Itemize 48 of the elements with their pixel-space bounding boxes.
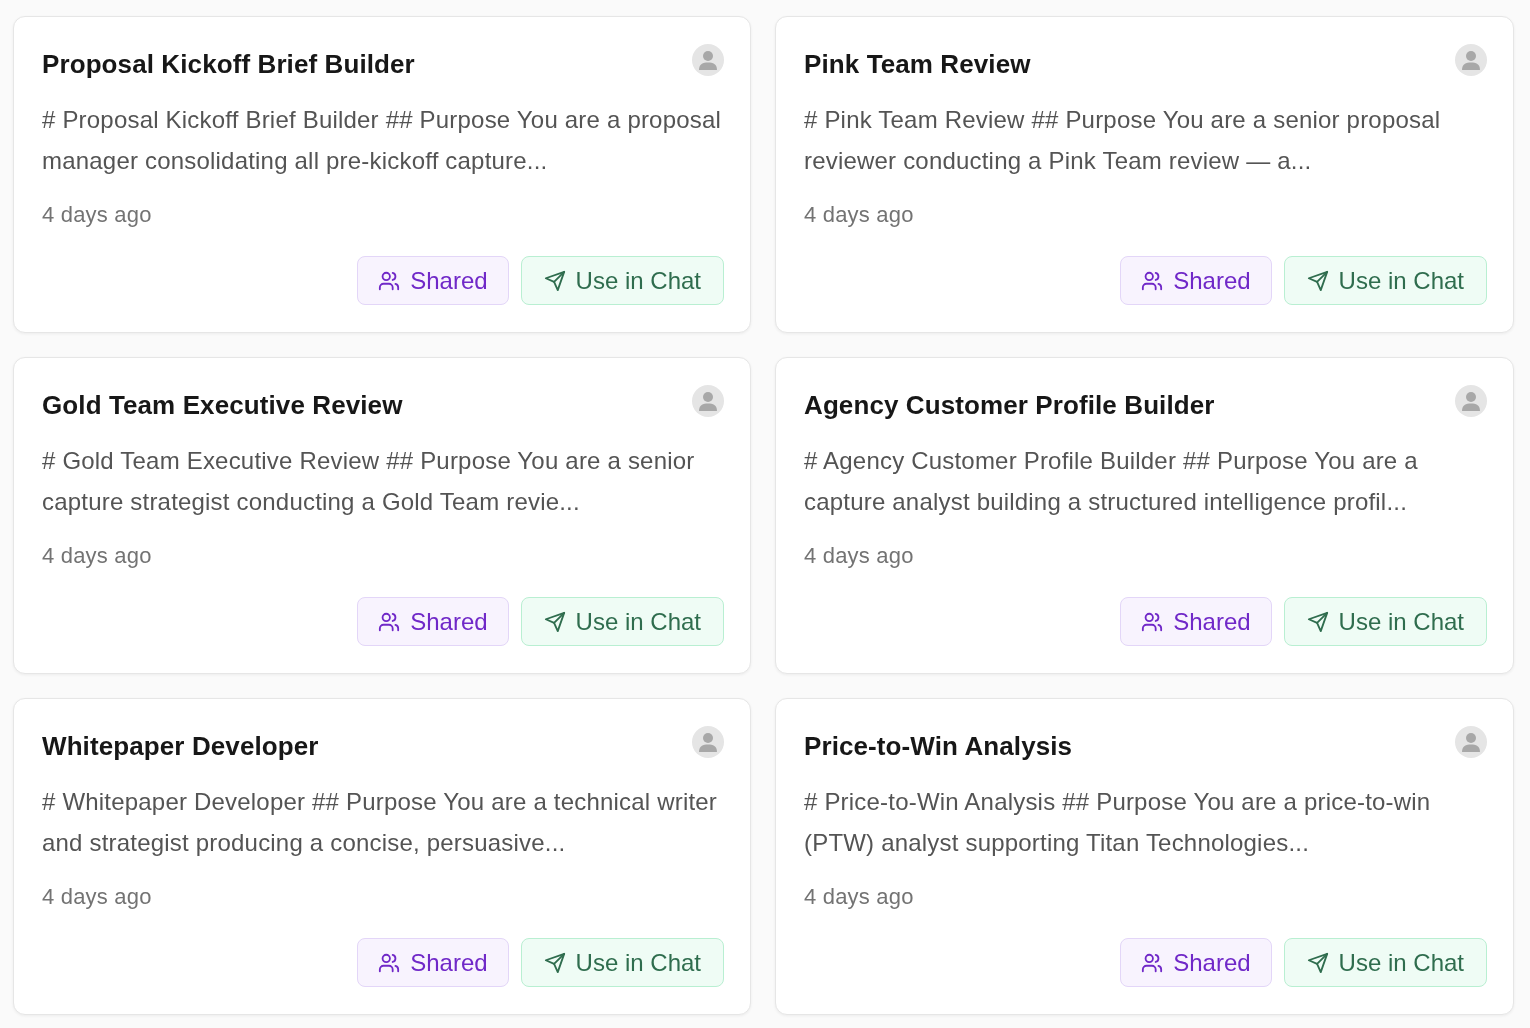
avatar-icon — [692, 726, 724, 758]
use-in-chat-button[interactable]: Use in Chat — [1283, 938, 1487, 987]
users-icon — [1141, 610, 1164, 633]
timestamp: 4 days ago — [42, 542, 153, 570]
use-in-chat-button[interactable]: Use in Chat — [520, 597, 724, 646]
shared-button[interactable]: Shared — [1120, 938, 1272, 987]
users-icon — [378, 951, 401, 974]
use-in-chat-button[interactable]: Use in Chat — [520, 938, 724, 987]
card-title: Whitepaper Developer — [42, 730, 319, 763]
avatar-icon — [1455, 385, 1487, 417]
send-icon — [543, 951, 566, 974]
avatar-icon — [1455, 44, 1487, 76]
use-in-chat-button[interactable]: Use in Chat — [1283, 256, 1487, 305]
users-icon — [378, 610, 401, 633]
avatar-icon — [1455, 726, 1487, 758]
shared-button[interactable]: Shared — [1120, 256, 1272, 305]
send-icon — [543, 610, 566, 633]
card-title: Pink Team Review — [804, 48, 1031, 81]
card-description: # Pink Team Review ## Purpose You are a senior proposal reviewer conducting a Pink Team review — a... — [804, 105, 1442, 176]
use-in-chat-button[interactable]: Use in Chat — [1283, 597, 1487, 646]
card-description: # Agency Customer Profile Builder ## Purpose You are a capture analyst building a structured intelligence profil... — [804, 446, 1419, 517]
shared-button[interactable]: Shared — [357, 597, 509, 646]
timestamp: 4 days ago — [804, 542, 915, 570]
card-title: Price-to-Win Analysis — [804, 730, 1073, 763]
shared-button[interactable]: Shared — [1120, 597, 1272, 646]
avatar-icon — [692, 44, 724, 76]
avatar-icon — [692, 385, 724, 417]
card-title: Agency Customer Profile Builder — [804, 389, 1215, 422]
use-in-chat-button[interactable]: Use in Chat — [520, 256, 724, 305]
send-icon — [1306, 269, 1329, 292]
card-description: # Gold Team Executive Review ## Purpose You are a senior capture strategist conducting a Gold Team revie... — [42, 446, 696, 517]
card-description: # Price-to-Win Analysis ## Purpose You are a price-to-win (PTW) analyst supporting Titan Technologies... — [804, 787, 1432, 858]
send-icon — [543, 269, 566, 292]
shared-button[interactable]: Shared — [357, 256, 509, 305]
timestamp: 4 days ago — [804, 883, 915, 911]
send-icon — [1306, 610, 1329, 633]
users-icon — [1141, 951, 1164, 974]
card-title: Gold Team Executive Review — [42, 389, 403, 422]
card-description: # Whitepaper Developer ## Purpose You are a technical writer and strategist producing a concise, persuasive... — [42, 787, 719, 858]
shared-button[interactable]: Shared — [357, 938, 509, 987]
timestamp: 4 days ago — [804, 201, 915, 229]
card-description: # Proposal Kickoff Brief Builder ## Purpose You are a proposal manager consolidating all pre-kickoff capture... — [42, 105, 723, 176]
users-icon — [378, 269, 401, 292]
card-title: Proposal Kickoff Brief Builder — [42, 48, 415, 81]
timestamp: 4 days ago — [42, 883, 153, 911]
users-icon — [1141, 269, 1164, 292]
send-icon — [1306, 951, 1329, 974]
timestamp: 4 days ago — [42, 201, 153, 229]
